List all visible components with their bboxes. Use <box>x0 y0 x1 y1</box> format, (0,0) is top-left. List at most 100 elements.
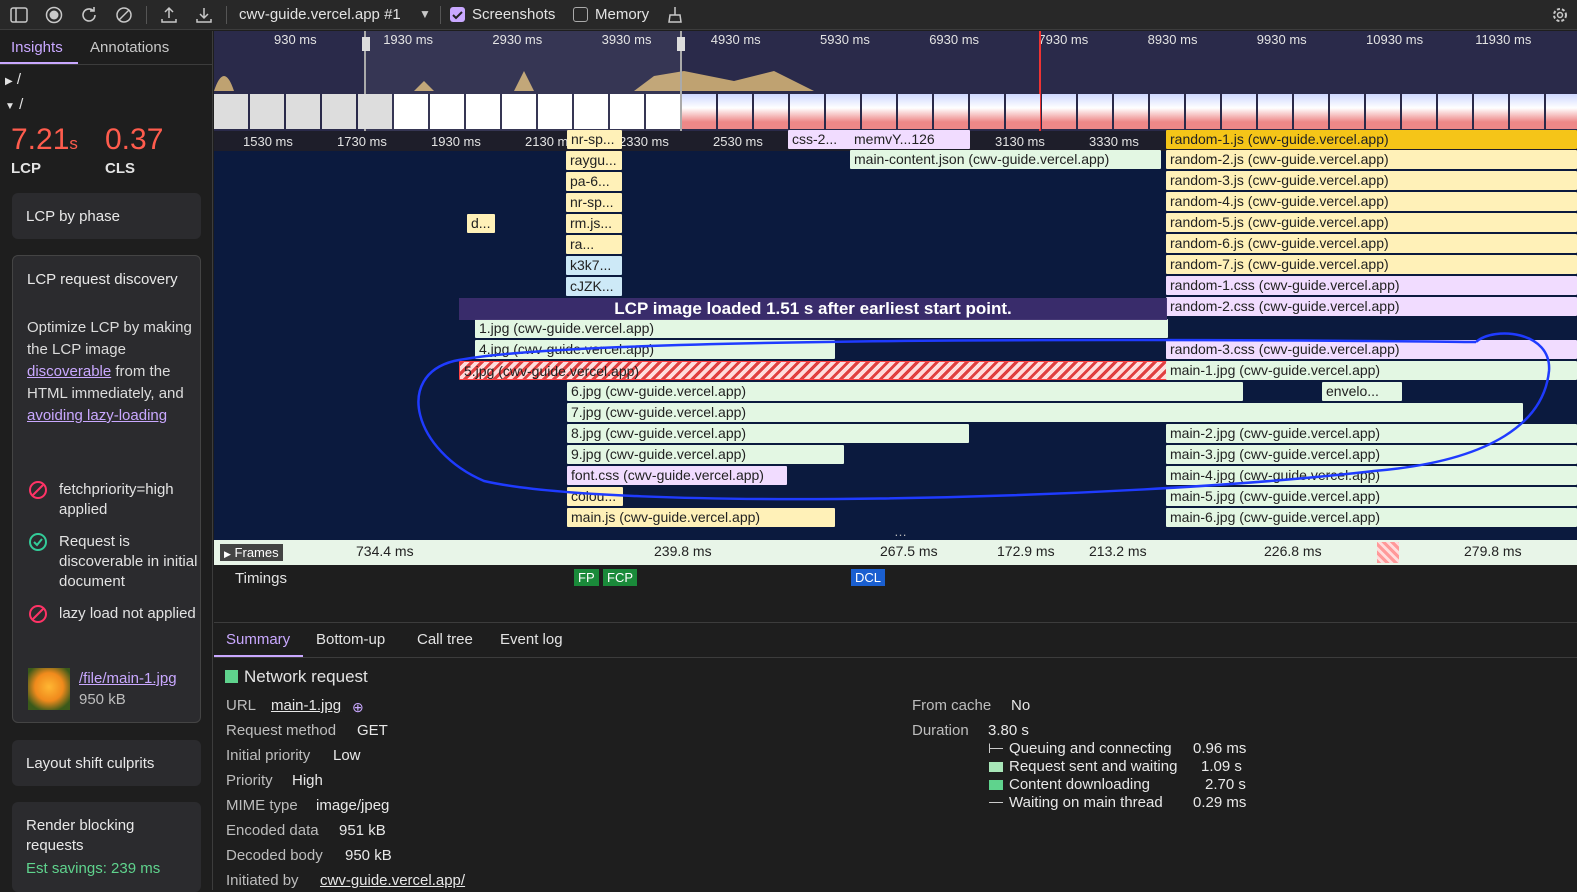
frame-duration[interactable]: 172.9 ms <box>997 543 1055 559</box>
insight-title: Layout shift culprits <box>26 755 155 772</box>
memory-checkbox[interactable] <box>573 7 588 22</box>
performance-timeline[interactable]: 930 ms 1930 ms 2930 ms 3930 ms 4930 ms 5930 m… <box>214 31 1577 622</box>
check-text: fetchpriority=high applied <box>59 481 174 518</box>
initial-priority-value: Low <box>333 747 361 764</box>
globe-icon[interactable]: ⊕ <box>352 699 364 716</box>
timings-label: Timings <box>235 570 287 587</box>
caret-right-icon: ▶ <box>224 549 231 559</box>
lcp-image-thumbnail <box>28 668 70 710</box>
phase-value: 0.29 ms <box>1193 794 1247 811</box>
url-link[interactable]: main-1.jpg <box>271 697 341 714</box>
caret-right-icon: ▶ <box>5 76 13 87</box>
phase-name: Request sent and waiting <box>1009 758 1178 775</box>
phase-value: 0.96 ms <box>1193 740 1247 757</box>
duration-value: 3.80 s <box>988 722 1029 739</box>
check-discoverable: Request is discoverable in initial docum… <box>29 532 199 592</box>
insight-title: LCP request discovery <box>27 271 178 288</box>
check-icon <box>29 533 47 551</box>
divider <box>214 657 1577 658</box>
frame-duration[interactable]: 226.8 ms <box>1264 543 1322 559</box>
download-icon[interactable] <box>194 5 214 25</box>
check-text: Request is discoverable in initial docum… <box>59 533 198 590</box>
lcp-unit: s <box>69 134 78 153</box>
screenshots-checkbox[interactable] <box>450 7 465 22</box>
mime-value: image/jpeg <box>316 797 390 814</box>
dropped-frame[interactable] <box>1377 542 1399 563</box>
lcp-metric-value: 7.21s <box>11 123 78 157</box>
check-text: lazy load not applied <box>59 605 196 622</box>
method-label: Request method <box>226 722 337 739</box>
initial-priority-label: Initial priority <box>226 747 311 764</box>
priority-label: Priority <box>226 772 273 789</box>
cls-value: 0.37 <box>105 123 164 156</box>
priority-value: High <box>292 772 323 789</box>
insight-title: Render blocking requests <box>26 817 135 854</box>
tab-call-tree[interactable]: Call tree <box>417 631 473 648</box>
toolbar-divider <box>440 6 441 24</box>
settings-gear-icon[interactable] <box>1550 5 1570 25</box>
decoded-value: 950 kB <box>345 847 392 864</box>
screenshots-label: Screenshots <box>472 6 556 23</box>
toggle-sidebar-icon[interactable] <box>9 5 29 25</box>
waiting-swatch-icon <box>989 762 1003 772</box>
insight-lcp-discovery[interactable]: LCP request discovery Optimize LCP by ma… <box>12 255 201 723</box>
duration-label: Duration <box>912 722 969 739</box>
lcp-file-link[interactable]: /file/main-1.jpg <box>79 670 177 687</box>
discoverable-link[interactable]: discoverable <box>27 363 111 380</box>
frames-label[interactable]: ▶ Frames <box>220 544 283 561</box>
clear-icon[interactable] <box>114 5 134 25</box>
check-fetchpriority: fetchpriority=high applied <box>29 480 199 520</box>
details-panel: Summary Bottom-up Call tree Event log Ne… <box>214 622 1577 890</box>
lazy-loading-link[interactable]: avoiding lazy-loading <box>27 407 167 424</box>
fail-icon <box>29 605 47 623</box>
dcl-marker[interactable]: DCL <box>851 569 886 586</box>
tree-item-root-collapsed[interactable]: ▶ / <box>5 71 21 88</box>
from-cache-label: From cache <box>912 697 992 714</box>
lcp-value: 7.21 <box>11 123 70 156</box>
reload-icon[interactable] <box>79 5 99 25</box>
frame-duration[interactable]: 734.4 ms <box>356 543 414 559</box>
toolbar-divider <box>226 6 227 24</box>
chevron-down-icon[interactable]: ▼ <box>419 7 431 21</box>
toolbar-divider <box>146 6 147 24</box>
tree-item-label: / <box>19 96 24 113</box>
frame-duration[interactable]: 239.8 ms <box>654 543 712 559</box>
divider <box>0 64 213 65</box>
broom-icon[interactable] <box>665 5 685 25</box>
tab-annotations[interactable]: Annotations <box>90 39 169 56</box>
insight-title: LCP by phase <box>26 208 120 225</box>
tab-summary[interactable]: Summary <box>226 631 290 648</box>
tab-insights[interactable]: Insights <box>11 39 63 56</box>
insight-render-blocking[interactable]: Render blocking requests Est savings: 23… <box>12 802 201 892</box>
tree-item-root-expanded[interactable]: ▼ / <box>5 96 23 113</box>
url-label: URL <box>226 697 257 714</box>
phase-name: Queuing and connecting <box>1009 740 1172 757</box>
frame-duration[interactable]: 213.2 ms <box>1089 543 1147 559</box>
desc-text: Optimize LCP by making the LCP image <box>27 319 192 358</box>
frames-track[interactable]: ▶ Frames 734.4 ms 239.8 ms 267.5 ms 172.… <box>214 540 1577 565</box>
network-color-swatch <box>225 670 238 683</box>
caret-down-icon: ▼ <box>5 101 15 112</box>
resize-handle[interactable]: … <box>894 524 907 539</box>
upload-icon[interactable] <box>159 5 179 25</box>
frame-duration[interactable]: 267.5 ms <box>880 543 938 559</box>
memory-label: Memory <box>595 6 650 23</box>
recording-select[interactable]: cwv-guide.vercel.app #1 <box>239 6 401 23</box>
timings-track[interactable]: Timings FP FCP DCL <box>214 565 1577 622</box>
phase-name: Waiting on main thread <box>1009 794 1163 811</box>
decoded-label: Decoded body <box>226 847 323 864</box>
insight-layout-shift-culprits[interactable]: Layout shift culprits <box>12 740 201 786</box>
fcp-marker[interactable]: FCP <box>603 569 637 586</box>
fp-marker[interactable]: FP <box>574 569 599 586</box>
check-lazy-load: lazy load not applied <box>29 604 199 644</box>
tab-event-log[interactable]: Event log <box>500 631 563 648</box>
frame-duration[interactable]: 279.8 ms <box>1464 543 1522 559</box>
cls-label: CLS <box>105 160 135 177</box>
initiated-by-link[interactable]: cwv-guide.vercel.app/ <box>320 872 465 889</box>
tab-bottom-up[interactable]: Bottom-up <box>316 631 385 648</box>
lcp-file-size: 950 kB <box>79 691 126 708</box>
insight-lcp-by-phase[interactable]: LCP by phase <box>12 193 201 239</box>
mime-label: MIME type <box>226 797 298 814</box>
record-icon[interactable] <box>44 5 64 25</box>
encoded-value: 951 kB <box>339 822 386 839</box>
